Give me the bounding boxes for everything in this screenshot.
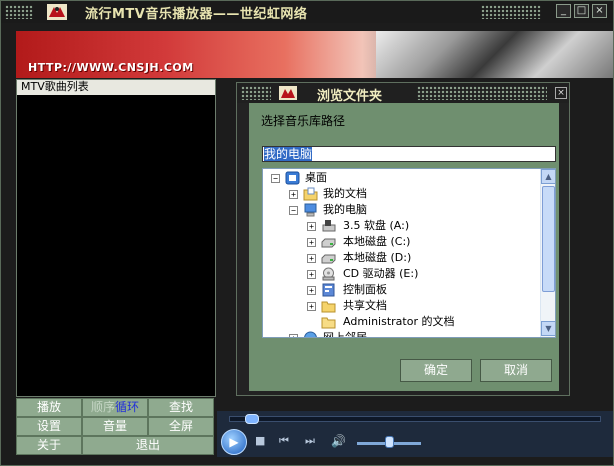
app-title: 流行MTV音乐播放器——世纪虹网络 [85,7,308,22]
play-button[interactable]: 播放 [16,398,82,417]
browse-folder-dialog: 浏览文件夹 × 选择音乐库路径 我的电脑 − 桌面 + 我的文档 − 我的电脑 … [236,82,570,396]
fullscreen-button[interactable]: 全屏 [148,417,214,436]
shared-folder-icon [321,301,336,313]
control-buttons: 播放 顺序循环 查找 设置 音量 全屏 关于 退出 [16,398,216,455]
search-button[interactable]: 查找 [148,398,214,417]
maximize-button[interactable]: □ [574,4,589,18]
tree-label: CD 驱动器 (E:) [343,267,419,280]
expand-icon[interactable]: + [307,270,316,279]
expand-icon[interactable]: + [289,190,298,199]
tree-item-admin-documents[interactable]: Administrator 的文档 [263,314,533,330]
folder-tree[interactable]: − 桌面 + 我的文档 − 我的电脑 + 3.5 软盘 (A:) + 本地磁盘 … [262,168,556,338]
drag-grip[interactable] [5,5,33,19]
tree-label: 本地磁盘 (D:) [343,251,412,264]
dialog-title-bar[interactable]: 浏览文件夹 × [237,83,569,104]
about-button[interactable]: 关于 [16,436,82,455]
hard-disk-icon [321,238,336,248]
dialog-grip[interactable] [241,86,271,100]
banner-photo [376,31,613,78]
expand-icon[interactable]: + [307,222,316,231]
seek-knob[interactable] [245,414,259,424]
exit-button[interactable]: 退出 [82,436,214,455]
banner: HTTP://WWW.CNSJH.COM [16,31,613,78]
media-player-bar: ▶ ■ ⏮ ⏭ 🔊 [217,411,613,457]
play-mode-button[interactable]: 顺序循环 [82,398,148,417]
tree-label: 网上邻居 [323,331,367,338]
desktop-icon [285,171,300,185]
next-icon[interactable]: ⏭ [305,434,315,448]
dialog-body: 选择音乐库路径 我的电脑 − 桌面 + 我的文档 − 我的电脑 + 3.5 软盘… [249,103,559,391]
expand-icon[interactable]: + [289,334,298,337]
tree-label: 控制面板 [343,283,387,296]
cancel-button[interactable]: 取消 [480,359,552,382]
tree-label: 共享文档 [343,299,387,312]
tree-item-network-places[interactable]: + 网上邻居 [263,330,533,338]
folder-icon [321,317,336,329]
volume-icon[interactable]: 🔊 [331,434,346,448]
minimize-button[interactable]: _ [556,4,571,18]
app-logo-icon [47,4,67,20]
scroll-thumb[interactable] [542,186,555,292]
floppy-drive-icon [322,220,336,232]
tree-label: 3.5 软盘 (A:) [343,219,410,232]
tree-item-cd-drive[interactable]: + CD 驱动器 (E:) [263,266,533,282]
close-button[interactable]: × [592,4,607,18]
path-input[interactable]: 我的电脑 [262,146,556,162]
play-mode-prefix: 顺序 [90,400,115,414]
tree-label: Administrator 的文档 [343,315,455,328]
path-input-value: 我的电脑 [264,147,313,161]
banner-url: HTTP://WWW.CNSJH.COM [28,61,194,74]
tree-scrollbar[interactable]: ▲ ▼ [540,169,555,337]
dialog-prompt: 选择音乐库路径 [261,114,346,128]
scroll-up-icon[interactable]: ▲ [541,169,555,184]
expand-icon[interactable]: + [307,286,316,295]
volume-button[interactable]: 音量 [82,417,148,436]
expand-icon[interactable]: + [307,302,316,311]
play-mode-suffix: 循环 [115,400,140,414]
tree-label: 我的文档 [323,187,367,200]
my-computer-icon [304,203,317,217]
tree-label: 本地磁盘 (C:) [343,235,411,248]
collapse-icon[interactable]: − [271,174,280,183]
folder-tree-list: − 桌面 + 我的文档 − 我的电脑 + 3.5 软盘 (A:) + 本地磁盘 … [263,169,540,337]
previous-icon[interactable]: ⏮ [279,434,289,448]
volume-knob[interactable] [385,436,394,448]
network-places-icon [304,331,317,337]
ok-button[interactable]: 确定 [400,359,472,382]
scroll-down-icon[interactable]: ▼ [541,321,555,336]
control-panel-icon [322,283,335,297]
tree-item-my-documents[interactable]: + 我的文档 [263,186,533,202]
stop-icon[interactable]: ■ [255,434,265,447]
title-grip-right[interactable] [481,5,541,19]
player-play-button[interactable]: ▶ [221,429,247,455]
tree-item-drive-c[interactable]: + 本地磁盘 (C:) [263,234,533,250]
expand-icon[interactable]: + [307,238,316,247]
tree-item-desktop[interactable]: − 桌面 [263,170,533,186]
seek-bar[interactable] [229,416,601,422]
dialog-title: 浏览文件夹 [317,89,383,104]
tree-label: 桌面 [305,171,327,184]
playlist-header: MTV歌曲列表 [17,80,215,95]
tree-item-floppy[interactable]: + 3.5 软盘 (A:) [263,218,533,234]
tree-item-control-panel[interactable]: + 控制面板 [263,282,533,298]
dialog-logo-icon [279,86,297,100]
tree-item-drive-d[interactable]: + 本地磁盘 (D:) [263,250,533,266]
cd-drive-icon [322,267,335,281]
title-bar[interactable]: 流行MTV音乐播放器——世纪虹网络 _ □ × [1,1,613,23]
my-documents-icon [303,187,318,201]
tree-item-shared-documents[interactable]: + 共享文档 [263,298,533,314]
tree-label: 我的电脑 [323,203,367,216]
expand-icon[interactable]: + [307,254,316,263]
hard-disk-icon [321,254,336,264]
collapse-icon[interactable]: − [289,206,298,215]
tree-item-my-computer[interactable]: − 我的电脑 [263,202,533,218]
dialog-grip-right[interactable] [417,86,547,100]
settings-button[interactable]: 设置 [16,417,82,436]
dialog-close-button[interactable]: × [555,87,567,99]
playlist-panel[interactable]: MTV歌曲列表 [16,79,216,397]
